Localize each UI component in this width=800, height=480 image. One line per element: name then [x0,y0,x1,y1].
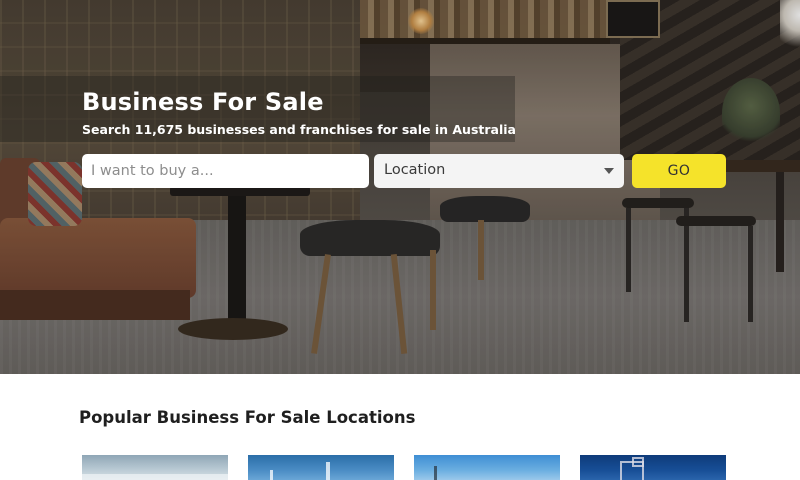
location-card[interactable] [414,455,560,480]
hero-subtitle: Search 11,675 businesses and franchises … [82,122,516,137]
card-image-detail [82,474,228,480]
page-title: Business For Sale [82,88,324,116]
location-card[interactable] [82,455,228,480]
section-title: Popular Business For Sale Locations [79,408,416,427]
location-card[interactable] [248,455,394,480]
location-select[interactable]: Location [374,154,624,188]
search-input[interactable] [82,154,369,188]
hero-banner: Business For Sale Search 11,675 business… [0,0,800,374]
card-image-tower [434,466,437,480]
card-image-tower [270,470,273,480]
chevron-down-icon [604,168,614,174]
card-image-tower [326,462,330,480]
location-select-label: Location [384,162,446,178]
location-card[interactable] [580,455,726,480]
card-image-structure [632,457,644,467]
go-button[interactable]: GO [632,154,726,188]
